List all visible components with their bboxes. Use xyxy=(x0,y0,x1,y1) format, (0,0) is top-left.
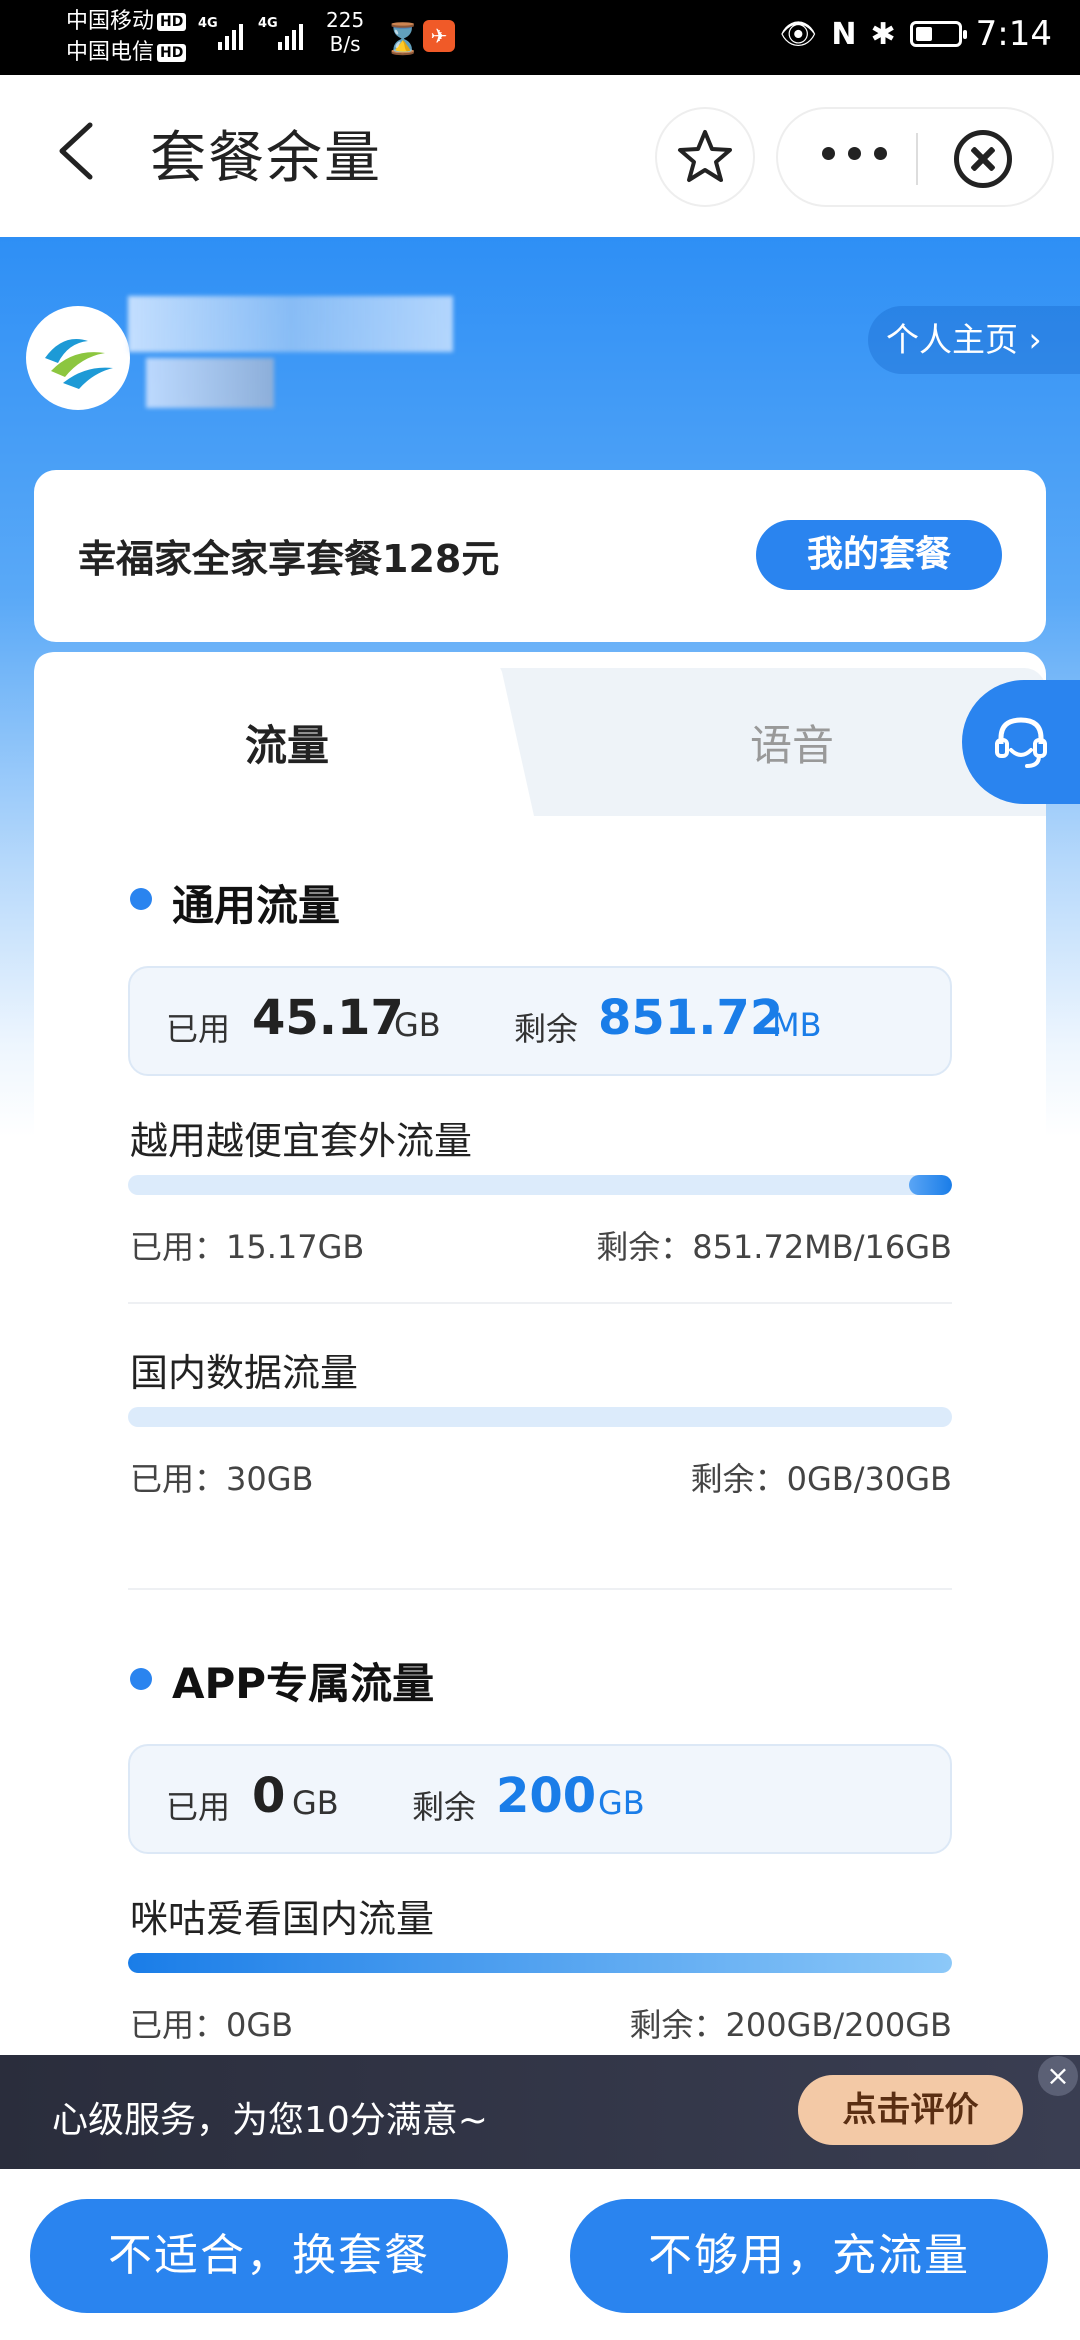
carrier-info: 中国移动HD 中国电信HD xyxy=(66,6,186,68)
remain-text: 剩余：0GB/30GB xyxy=(691,1454,952,1500)
redacted-phone xyxy=(146,358,274,408)
close-icon[interactable]: × xyxy=(1038,2056,1078,2096)
divider xyxy=(128,1588,952,1590)
flow-item-title: 越用越便宜套外流量 xyxy=(130,1110,472,1165)
feedback-text: 心级服务，为您10分满意~ xyxy=(52,2091,488,2143)
hd-badge: HD xyxy=(157,44,186,62)
used-value: 0 xyxy=(252,1768,285,1824)
progress-fill xyxy=(909,1175,952,1195)
remain-label: 剩余 xyxy=(412,1782,476,1828)
feedback-banner: 心级服务，为您10分满意~ 点击评价 xyxy=(0,2055,1080,2169)
used-value: 45.17 xyxy=(252,990,404,1046)
flow-item-title: 咪咕爱看国内流量 xyxy=(130,1888,434,1943)
eye-icon: 👁 xyxy=(779,17,817,52)
tab-voice[interactable]: 语音 xyxy=(750,712,834,773)
remain-text: 剩余：200GB/200GB xyxy=(630,2000,952,2046)
back-button[interactable] xyxy=(50,121,110,181)
used-unit: GB xyxy=(292,1784,339,1822)
close-icon[interactable] xyxy=(954,130,1012,188)
progress-bar xyxy=(128,1953,952,1973)
progress-bar xyxy=(128,1175,952,1195)
section-dot xyxy=(130,1668,152,1690)
rate-button[interactable]: 点击评价 xyxy=(798,2075,1023,2145)
change-plan-button[interactable]: 不适合，换套餐 xyxy=(30,2199,508,2313)
recharge-flow-button[interactable]: 不够用，充流量 xyxy=(570,2199,1048,2313)
flow-item-title: 国内数据流量 xyxy=(130,1342,358,1397)
china-mobile-logo-icon xyxy=(33,313,123,403)
plan-card: 幸福家全家享套餐128元 我的套餐 xyxy=(34,470,1046,642)
divider xyxy=(128,1302,952,1304)
battery-icon xyxy=(910,21,962,47)
remain-label: 剩余 xyxy=(514,1004,578,1050)
mini-program-capsule xyxy=(776,107,1054,207)
clock: 7:14 xyxy=(976,14,1052,54)
used-unit: GB xyxy=(394,1006,441,1044)
app-notification-icon: ✈ xyxy=(423,20,455,52)
nfc-icon: N xyxy=(831,17,856,52)
status-bar: 中国移动HD 中国电信HD 4G 4G 225 B/s ⌛ ✈ 👁 N ✱ 7:… xyxy=(0,0,1080,75)
remain-unit: MB xyxy=(772,1006,822,1044)
nav-bar: 套餐余量 xyxy=(0,75,1080,237)
avatar xyxy=(26,306,130,410)
remain-unit: GB xyxy=(598,1784,645,1822)
bottom-action-bar: 不适合，换套餐 不够用，充流量 xyxy=(0,2169,1080,2340)
signal-icon: 4G xyxy=(258,18,303,50)
status-icons: 👁 N ✱ 7:14 xyxy=(779,14,1052,54)
customer-service-button[interactable] xyxy=(962,680,1080,804)
carrier-2: 中国电信 xyxy=(66,40,154,65)
star-icon xyxy=(675,127,735,187)
used-label: 已用 xyxy=(166,1782,230,1828)
app-flow-summary: 已用 0 GB 剩余 200 GB xyxy=(128,1744,952,1854)
signal-icon: 4G xyxy=(198,18,243,50)
page-title: 套餐余量 xyxy=(150,113,382,194)
remain-value: 851.72 xyxy=(598,990,783,1046)
flow-item-stats: 已用：0GB 剩余：200GB/200GB xyxy=(130,2000,952,2046)
used-text: 已用：30GB xyxy=(130,1454,313,1500)
favorite-button[interactable] xyxy=(655,107,755,207)
chevron-left-icon xyxy=(50,121,110,181)
remain-text: 剩余：851.72MB/16GB xyxy=(596,1222,952,1268)
bluetooth-icon: ✱ xyxy=(871,17,896,52)
used-text: 已用：15.17GB xyxy=(130,1222,364,1268)
profile-link[interactable]: 个人主页 › xyxy=(868,306,1080,374)
my-plan-button[interactable]: 我的套餐 xyxy=(756,520,1002,590)
more-icon[interactable] xyxy=(822,147,887,160)
headset-icon xyxy=(989,710,1053,774)
hourglass-icon: ⌛ xyxy=(384,22,421,57)
hd-badge: HD xyxy=(157,13,186,31)
carrier-1: 中国移动 xyxy=(66,9,154,34)
progress-fill xyxy=(128,1953,952,1973)
section-title-general: 通用流量 xyxy=(172,872,340,933)
network-speed: 225 B/s xyxy=(326,8,364,56)
tab-flow[interactable]: 流量 xyxy=(245,712,329,773)
remain-value: 200 xyxy=(496,1768,596,1824)
section-title-app: APP专属流量 xyxy=(172,1650,434,1711)
flow-item-stats: 已用：30GB 剩余：0GB/30GB xyxy=(130,1454,952,1500)
plan-name: 幸福家全家享套餐128元 xyxy=(78,528,499,583)
section-dot xyxy=(130,888,152,910)
used-text: 已用：0GB xyxy=(130,2000,293,2046)
used-label: 已用 xyxy=(166,1004,230,1050)
redacted-username xyxy=(128,296,453,352)
progress-bar xyxy=(128,1407,952,1427)
general-flow-summary: 已用 45.17 GB 剩余 851.72 MB xyxy=(128,966,952,1076)
flow-item-stats: 已用：15.17GB 剩余：851.72MB/16GB xyxy=(130,1222,952,1268)
network-type: 4G xyxy=(258,16,278,31)
network-type: 4G xyxy=(198,16,218,31)
